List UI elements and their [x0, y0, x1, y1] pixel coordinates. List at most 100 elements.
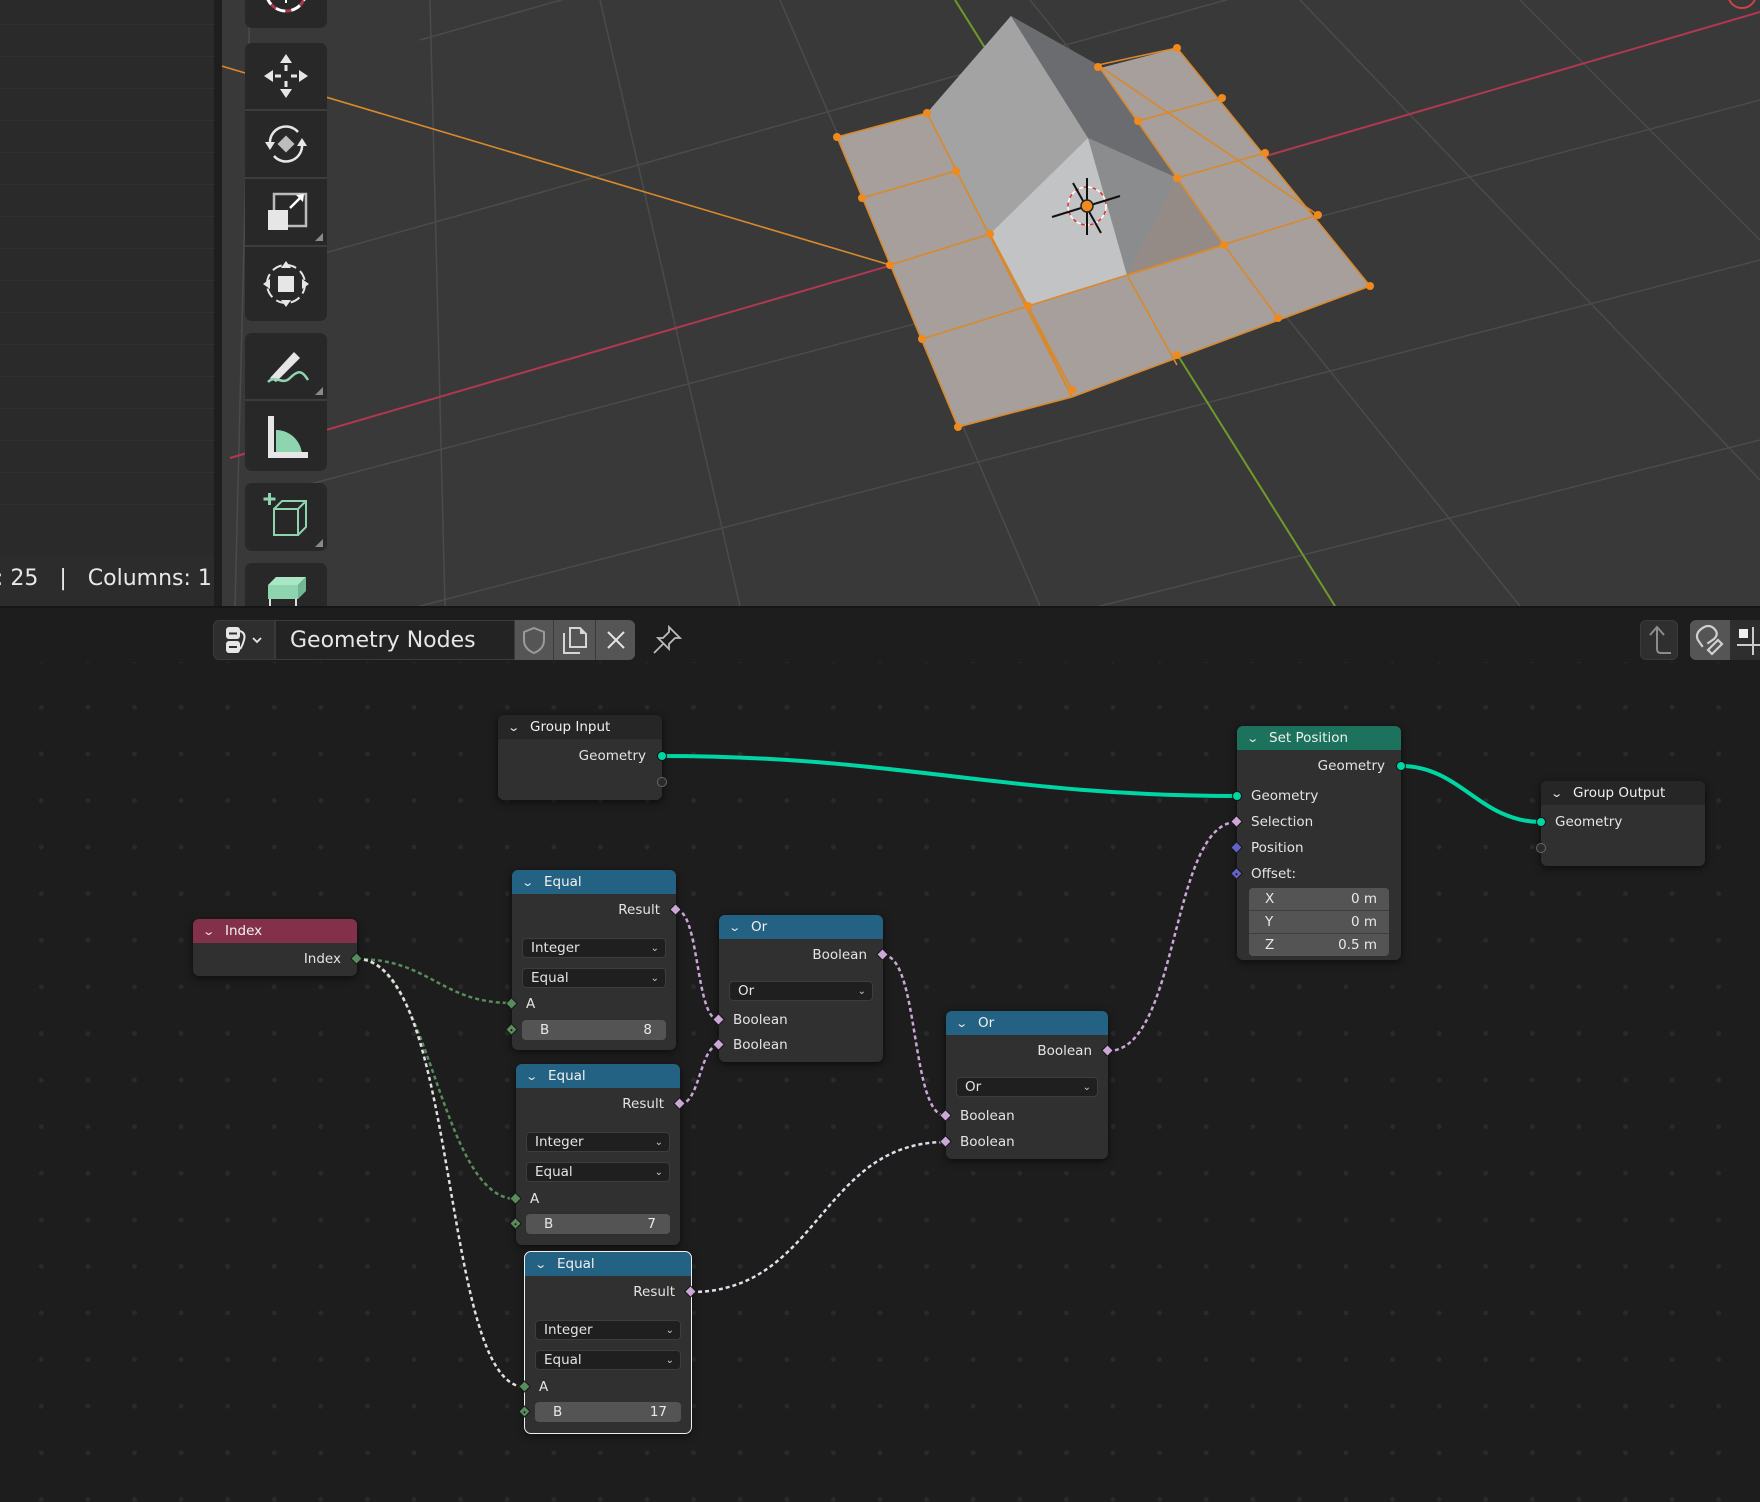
output-socket-geometry[interactable]: [1396, 761, 1406, 771]
socket-label: Result: [633, 1284, 675, 1300]
snap-toggle[interactable]: [1690, 620, 1730, 660]
socket-label: Position: [1251, 840, 1304, 856]
node-title: Index: [225, 923, 263, 939]
collapse-chevron-icon[interactable]: ⌄: [728, 921, 748, 934]
socket-row-geometry: Geometry: [1541, 811, 1705, 833]
node-header[interactable]: ⌄ Index: [193, 919, 357, 943]
socket-row-geometry: Geometry: [498, 745, 662, 767]
transform-tool[interactable]: [245, 247, 327, 321]
add-cube-tool[interactable]: [245, 483, 327, 551]
node-set-position[interactable]: ⌄ Set Position Geometry Geometry Selectio…: [1230, 726, 1406, 960]
measure-tool[interactable]: [245, 401, 327, 471]
pin-icon: [653, 624, 683, 654]
socket-label: A: [526, 996, 536, 1012]
field-label: B: [540, 1022, 550, 1038]
nodegroup-name-field[interactable]: Geometry Nodes: [275, 620, 515, 660]
node-header[interactable]: ⌄ Set Position: [1237, 726, 1401, 750]
extrude-tool[interactable]: [245, 563, 327, 606]
node-title: Or: [978, 1015, 995, 1031]
navigation-gizmo[interactable]: [1728, 0, 1756, 9]
node-header[interactable]: ⌄ Or: [946, 1011, 1108, 1035]
operation-dropdown[interactable]: Or ⌄: [729, 981, 873, 1001]
input-socket-geometry[interactable]: [1232, 791, 1242, 801]
socket-row-boolean-out: Boolean: [719, 944, 883, 966]
editor-type-dropdown[interactable]: [213, 620, 275, 660]
data-type-dropdown[interactable]: Integer ⌄: [535, 1320, 681, 1340]
link-equal1-or1: [675, 908, 720, 1022]
move-tool[interactable]: [245, 43, 327, 111]
socket-label: Result: [622, 1096, 664, 1112]
input-socket-b[interactable]: [509, 1217, 522, 1230]
node-group-input[interactable]: ⌄ Group Input Geometry: [498, 715, 667, 800]
node-header[interactable]: ⌄ Equal: [516, 1064, 680, 1088]
collapse-chevron-icon[interactable]: ⌄: [534, 1258, 554, 1271]
mode-dropdown[interactable]: Equal ⌄: [535, 1350, 681, 1370]
socket-label: Boolean: [733, 1037, 788, 1053]
node-header[interactable]: ⌄ Or: [719, 915, 883, 939]
node-editor-canvas[interactable]: ⌄ Group Input Geometry ⌄ Set Position Geom…: [0, 662, 1760, 1502]
collapse-chevron-icon[interactable]: ⌄: [525, 1070, 545, 1083]
socket-label: Geometry: [1317, 758, 1385, 774]
scale-tool[interactable]: [245, 179, 327, 247]
arrow-up-icon: [1649, 625, 1671, 654]
transform-icon: [263, 261, 309, 307]
collapse-chevron-icon[interactable]: ⌄: [1550, 787, 1570, 800]
node-group-output[interactable]: ⌄ Group Output Geometry: [1536, 781, 1705, 866]
input-socket-geometry[interactable]: [1536, 817, 1546, 827]
data-type-dropdown[interactable]: Integer ⌄: [522, 938, 666, 958]
offset-x-field[interactable]: X 0 m: [1249, 888, 1389, 911]
node-header[interactable]: ⌄ Group Input: [498, 715, 662, 739]
output-socket-geometry[interactable]: [657, 751, 667, 761]
fake-user-button[interactable]: [515, 620, 553, 660]
pin-button[interactable]: [648, 620, 686, 660]
field-value: 8: [643, 1022, 652, 1038]
offset-z-field[interactable]: Z 0.5 m: [1249, 934, 1389, 956]
b-value-field[interactable]: B7: [526, 1214, 670, 1234]
collapse-chevron-icon[interactable]: ⌄: [1246, 732, 1266, 745]
socket-row-position: Position: [1237, 837, 1401, 859]
socket-label: A: [539, 1379, 549, 1395]
node-header[interactable]: ⌄ Equal: [525, 1252, 691, 1276]
mode-dropdown[interactable]: Equal ⌄: [522, 968, 666, 988]
socket-label: Selection: [1251, 814, 1314, 830]
collapse-chevron-icon[interactable]: ⌄: [521, 876, 541, 889]
data-type-dropdown[interactable]: Integer ⌄: [526, 1132, 670, 1152]
operation-dropdown[interactable]: Or ⌄: [956, 1077, 1098, 1097]
rotate-tool[interactable]: [245, 111, 327, 179]
duplicate-nodegroup-button[interactable]: [553, 620, 595, 660]
node-or-2[interactable]: ⌄ Or Boolean Or ⌄ Boolean Boolean: [939, 1011, 1114, 1159]
node-title: Equal: [544, 874, 582, 890]
axis-label: Y: [1265, 914, 1274, 930]
node-header[interactable]: ⌄ Group Output: [1541, 781, 1705, 805]
collapse-chevron-icon[interactable]: ⌄: [955, 1017, 975, 1030]
unlink-nodegroup-button[interactable]: [595, 620, 635, 660]
chevron-down-icon: ⌄: [654, 1136, 663, 1148]
offset-y-field[interactable]: Y 0 m: [1249, 911, 1389, 934]
axis-value: 0 m: [1350, 914, 1377, 930]
mode-dropdown[interactable]: Equal ⌄: [526, 1162, 670, 1182]
output-socket-virtual[interactable]: [657, 777, 667, 787]
measure-icon: [268, 416, 308, 458]
b-value-field[interactable]: B 17: [535, 1402, 681, 1422]
input-socket-b[interactable]: [505, 1023, 518, 1036]
b-value-field[interactable]: B8: [522, 1020, 666, 1040]
cursor-tool[interactable]: [245, 0, 327, 28]
rotate-icon: [265, 125, 307, 163]
annotate-tool[interactable]: [245, 333, 327, 401]
socket-row-boolean-2: Boolean: [946, 1131, 1108, 1153]
collapse-chevron-icon[interactable]: ⌄: [202, 925, 222, 938]
parent-nodetree-button[interactable]: [1640, 620, 1678, 660]
input-socket-b[interactable]: [518, 1405, 531, 1418]
snap-mode-dropdown[interactable]: [1730, 620, 1760, 660]
input-socket-virtual[interactable]: [1536, 843, 1546, 853]
node-title: Equal: [557, 1256, 595, 1272]
node-index[interactable]: ⌄ Index Index: [193, 919, 363, 976]
3d-viewport[interactable]: : 25 | Columns: 1: [0, 0, 1760, 606]
node-equal-1[interactable]: ⌄ Equal Result Integer ⌄ Equal ⌄ A B8: [505, 870, 682, 1050]
collapse-chevron-icon[interactable]: ⌄: [507, 721, 527, 734]
node-or-1[interactable]: ⌄ Or Boolean Or ⌄ Boolean Boolean: [712, 915, 889, 1062]
node-equal-3[interactable]: ⌄ Equal Result Integer ⌄ Equal ⌄ A B 17: [518, 1251, 697, 1434]
node-header[interactable]: ⌄ Equal: [512, 870, 676, 894]
node-title: Group Output: [1573, 785, 1666, 801]
node-equal-2[interactable]: ⌄ Equal Result Integer ⌄ Equal ⌄ A B7: [509, 1064, 686, 1245]
